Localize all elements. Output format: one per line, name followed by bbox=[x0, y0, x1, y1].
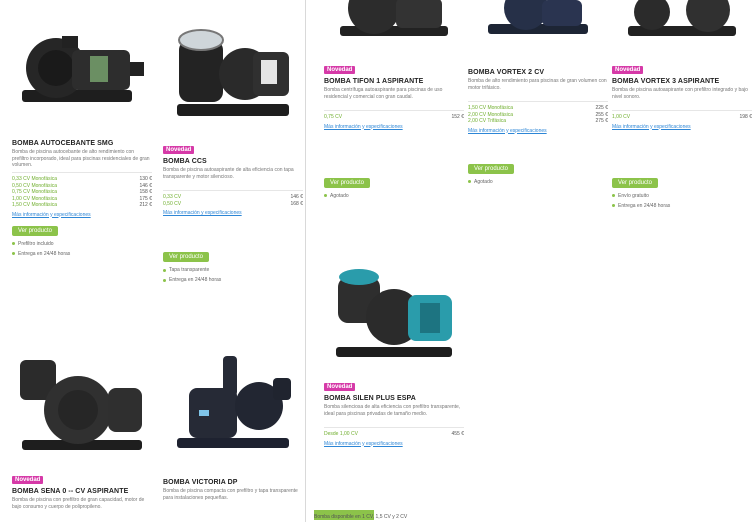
price-row: 0,75 CV 152 € bbox=[324, 114, 464, 120]
more-info-link[interactable]: Más información y especificaciones bbox=[12, 212, 152, 218]
more-info-link[interactable]: Más información y especificaciones bbox=[612, 124, 752, 130]
product-image[interactable] bbox=[163, 18, 303, 138]
new-badge: Novedad bbox=[12, 476, 44, 484]
product-image[interactable] bbox=[612, 0, 752, 58]
product-description: Bomba de piscina autoaspirante de alta e… bbox=[163, 167, 294, 180]
product-card[interactable]: Novedad BOMBA VORTEX 3 ASPIRANTE Bomba d… bbox=[612, 0, 752, 209]
new-badge: Novedad bbox=[612, 66, 644, 74]
product-card[interactable]: BOMBA VORTEX 2 CV Bomba de alto rendimie… bbox=[468, 0, 608, 185]
product-card[interactable]: Novedad BOMBA CCS Bomba de piscina autoa… bbox=[163, 18, 303, 283]
product-card[interactable]: Novedad BOMBA SENA 0 -- CV ASPIRANTE Bom… bbox=[12, 348, 152, 517]
product-image[interactable] bbox=[468, 0, 608, 58]
feature-bullet: Tapa transparente bbox=[163, 267, 303, 273]
bullet-dot-icon bbox=[612, 204, 615, 207]
bullet-dot-icon bbox=[12, 242, 15, 245]
product-image[interactable] bbox=[12, 18, 152, 138]
product-image[interactable] bbox=[163, 348, 303, 468]
product-title[interactable]: BOMBA AUTOCEBANTE SMG bbox=[12, 140, 152, 147]
product-title[interactable]: BOMBA TIFON 1 ASPIRANTE bbox=[324, 78, 464, 85]
product-title[interactable]: BOMBA VORTEX 3 ASPIRANTE bbox=[612, 78, 752, 85]
product-description: Bomba de alto rendimiento para piscinas … bbox=[468, 78, 607, 91]
more-info-link[interactable]: Más información y especificaciones bbox=[468, 128, 608, 134]
product-image[interactable] bbox=[324, 255, 464, 375]
feature-bullet: Prefiltro incluido bbox=[12, 241, 152, 247]
right-product-column: Novedad BOMBA TIFON 1 ASPIRANTE Bomba ce… bbox=[306, 0, 755, 522]
product-title[interactable]: BOMBA VICTORIA DP bbox=[163, 479, 303, 486]
more-info-link[interactable]: Más información y especificaciones bbox=[163, 210, 303, 216]
bullet-dot-icon bbox=[12, 252, 15, 255]
product-description: Bomba silenciosa de alta eficiencia con … bbox=[324, 404, 461, 417]
product-card[interactable]: BOMBA AUTOCEBANTE SMG Bomba de piscina a… bbox=[12, 18, 152, 257]
feature-bullet: Agotado bbox=[468, 179, 608, 185]
product-image[interactable] bbox=[12, 348, 152, 468]
divider bbox=[324, 110, 464, 111]
product-title[interactable]: BOMBA CCS bbox=[163, 158, 303, 165]
divider bbox=[612, 110, 752, 111]
left-product-column: BOMBA AUTOCEBANTE SMG Bomba de piscina a… bbox=[0, 0, 305, 522]
product-card[interactable]: Novedad BOMBA TIFON 1 ASPIRANTE Bomba ce… bbox=[324, 0, 464, 199]
view-product-button[interactable]: Ver producto bbox=[12, 225, 59, 236]
product-image[interactable] bbox=[324, 0, 464, 58]
bullet-dot-icon bbox=[468, 180, 471, 183]
price-row: Desde 1,00 CV 455 € bbox=[324, 431, 464, 437]
view-product-button[interactable]: Ver producto bbox=[163, 252, 210, 262]
product-title[interactable]: BOMBA SENA 0 -- CV ASPIRANTE bbox=[12, 488, 152, 495]
feature-bullet: Entrega en 24/48 horas bbox=[12, 251, 152, 257]
product-card[interactable]: Novedad BOMBA SILEN PLUS ESPA Bomba sile… bbox=[324, 255, 464, 447]
product-description: Bomba de piscina con prefiltro de gran c… bbox=[12, 497, 145, 510]
product-title[interactable]: BOMBA SILEN PLUS ESPA bbox=[324, 395, 464, 402]
price-row: 1,00 CV 198 € bbox=[612, 114, 752, 120]
more-info-link[interactable]: Más información y especificaciones bbox=[324, 124, 464, 130]
price-row: 1,50 CV Monofásica 212 € bbox=[12, 202, 152, 208]
bullet-dot-icon bbox=[163, 268, 166, 272]
price-row: 0,50 CV 168 € bbox=[163, 200, 303, 207]
divider bbox=[163, 190, 303, 191]
view-product-button[interactable]: Ver producto bbox=[612, 177, 659, 188]
new-badge: Novedad bbox=[324, 66, 356, 74]
product-description: Bomba de piscina autocebante de alto ren… bbox=[12, 149, 150, 168]
more-info-link[interactable]: Más información y especificaciones bbox=[324, 441, 464, 447]
bullet-dot-icon bbox=[612, 194, 615, 197]
new-badge: Novedad bbox=[163, 146, 195, 154]
view-product-button[interactable]: Ver producto bbox=[468, 163, 515, 174]
divider bbox=[468, 101, 608, 102]
bottom-note: Bomba disponible en 1 CV, 1,5 CV y 2 CV bbox=[314, 514, 408, 520]
price-row: 2,00 CV Trifásica 275 € bbox=[468, 118, 608, 124]
view-product-button[interactable]: Ver producto bbox=[324, 177, 371, 188]
feature-bullet: Entrega en 24/48 horas bbox=[163, 277, 303, 283]
divider bbox=[324, 427, 464, 428]
feature-bullet: Agotado bbox=[324, 193, 464, 199]
feature-bullet: Envío gratuito bbox=[612, 193, 752, 199]
product-description: Bomba de piscina autoaspirante con prefi… bbox=[612, 87, 748, 100]
product-title[interactable]: BOMBA VORTEX 2 CV bbox=[468, 69, 608, 76]
feature-bullet: Entrega en 24/48 horas bbox=[612, 203, 752, 209]
divider bbox=[12, 172, 152, 173]
new-badge: Novedad bbox=[324, 383, 356, 391]
bullet-dot-icon bbox=[324, 194, 327, 197]
bullet-dot-icon bbox=[163, 278, 166, 282]
product-card[interactable]: BOMBA VICTORIA DP Bomba de piscina compa… bbox=[163, 348, 303, 508]
product-description: Bomba centrífuga autoaspirante para pisc… bbox=[324, 87, 443, 100]
product-description: Bomba de piscina compacta con prefiltro … bbox=[163, 488, 298, 501]
